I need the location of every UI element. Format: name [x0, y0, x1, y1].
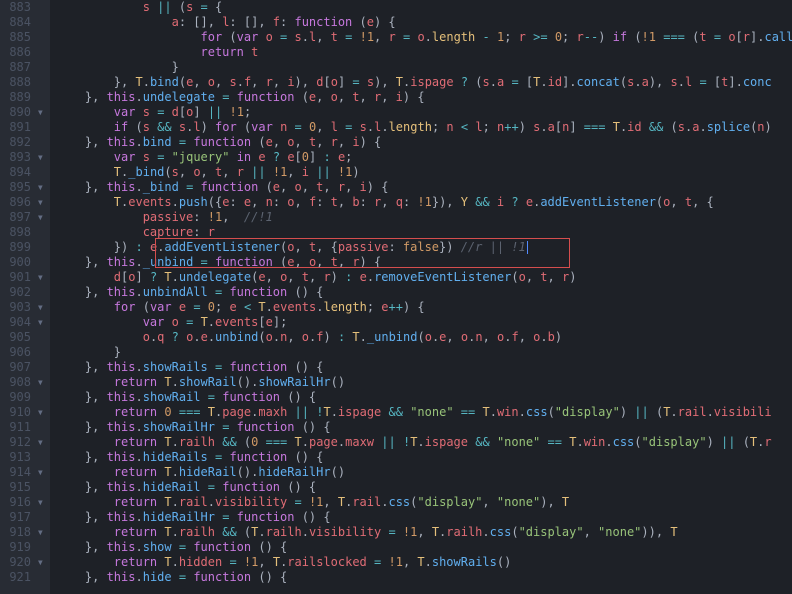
- fold-arrow-icon[interactable]: ▾: [31, 435, 44, 450]
- code-line[interactable]: s || (s = {: [56, 0, 792, 15]
- line-number[interactable]: 916▾: [0, 495, 44, 510]
- line-number[interactable]: 890▾: [0, 105, 44, 120]
- line-number[interactable]: 906: [0, 345, 44, 360]
- fold-arrow-icon[interactable]: ▾: [31, 210, 44, 225]
- code-area[interactable]: s || (s = { a: [], l: [], f: function (e…: [50, 0, 792, 594]
- code-line[interactable]: }, this.showRailHr = function () {: [56, 420, 792, 435]
- code-line[interactable]: }, this.hideRails = function () {: [56, 450, 792, 465]
- line-number[interactable]: 908▾: [0, 375, 44, 390]
- line-number[interactable]: 918▾: [0, 525, 44, 540]
- fold-arrow-icon[interactable]: ▾: [31, 300, 44, 315]
- code-line[interactable]: T.events.push({e: e, n: o, f: t, b: r, q…: [56, 195, 792, 210]
- fold-arrow-icon[interactable]: ▾: [31, 195, 44, 210]
- code-line[interactable]: var o = T.events[e];: [56, 315, 792, 330]
- line-number[interactable]: 892: [0, 135, 44, 150]
- code-line[interactable]: a: [], l: [], f: function (e) {: [56, 15, 792, 30]
- line-number[interactable]: 885: [0, 30, 44, 45]
- fold-arrow-icon[interactable]: ▾: [31, 555, 44, 570]
- line-number[interactable]: 905: [0, 330, 44, 345]
- fold-arrow-icon[interactable]: ▾: [31, 315, 44, 330]
- fold-arrow-icon[interactable]: ▾: [31, 495, 44, 510]
- code-line[interactable]: return T.showRail().showRailHr(): [56, 375, 792, 390]
- line-number[interactable]: 920▾: [0, 555, 44, 570]
- code-line[interactable]: }, this.showRails = function () {: [56, 360, 792, 375]
- line-number[interactable]: 893▾: [0, 150, 44, 165]
- code-line[interactable]: }, this.undelegate = function (e, o, t, …: [56, 90, 792, 105]
- code-line[interactable]: return 0 === T.page.maxh || !T.ispage &&…: [56, 405, 792, 420]
- line-number[interactable]: 899: [0, 240, 44, 255]
- fold-arrow-icon[interactable]: ▾: [31, 525, 44, 540]
- line-number[interactable]: 903▾: [0, 300, 44, 315]
- code-line[interactable]: return t: [56, 45, 792, 60]
- line-number[interactable]: 888: [0, 75, 44, 90]
- line-number[interactable]: 904▾: [0, 315, 44, 330]
- code-line[interactable]: }, this.hideRail = function () {: [56, 480, 792, 495]
- line-number[interactable]: 886: [0, 45, 44, 60]
- code-line[interactable]: return T.railh && (T.railh.visibility = …: [56, 525, 792, 540]
- code-line[interactable]: }, this._unbind = function (e, o, t, r) …: [56, 255, 792, 270]
- line-number[interactable]: 921: [0, 570, 44, 585]
- code-line[interactable]: }, T.bind(e, o, s.f, r, i), d[o] = s), T…: [56, 75, 792, 90]
- code-line[interactable]: }: [56, 345, 792, 360]
- fold-arrow-icon[interactable]: ▾: [31, 150, 44, 165]
- line-number[interactable]: 897▾: [0, 210, 44, 225]
- line-number[interactable]: 914▾: [0, 465, 44, 480]
- code-line[interactable]: d[o] ? T.undelegate(e, o, t, r) : e.remo…: [56, 270, 792, 285]
- line-number[interactable]: 907: [0, 360, 44, 375]
- fold-arrow-icon[interactable]: ▾: [31, 405, 44, 420]
- code-line[interactable]: o.q ? o.e.unbind(o.n, o.f) : T._unbind(o…: [56, 330, 792, 345]
- code-line[interactable]: }, this.bind = function (e, o, t, r, i) …: [56, 135, 792, 150]
- line-number[interactable]: 902: [0, 285, 44, 300]
- line-number[interactable]: 883: [0, 0, 44, 15]
- code-line[interactable]: }, this.hideRailHr = function () {: [56, 510, 792, 525]
- code-line[interactable]: for (var o = s.l, t = !1, r = o.length -…: [56, 30, 792, 45]
- code-line[interactable]: var s = d[o] || !1;: [56, 105, 792, 120]
- fold-arrow-icon[interactable]: ▾: [31, 105, 44, 120]
- line-number[interactable]: 900: [0, 255, 44, 270]
- code-line[interactable]: return T.hidden = !1, T.railslocked = !1…: [56, 555, 792, 570]
- code-line[interactable]: }, this.unbindAll = function () {: [56, 285, 792, 300]
- code-line[interactable]: return T.hideRail().hideRailHr(): [56, 465, 792, 480]
- line-number[interactable]: 891: [0, 120, 44, 135]
- code-line[interactable]: }: [56, 60, 792, 75]
- code-editor[interactable]: 883884885886887888889890▾891892893▾89489…: [0, 0, 792, 594]
- code-line[interactable]: return T.railh && (0 === T.page.maxw || …: [56, 435, 792, 450]
- line-number[interactable]: 909: [0, 390, 44, 405]
- code-line[interactable]: T._bind(s, o, t, r || !1, i || !1): [56, 165, 792, 180]
- code-line[interactable]: }, this.hide = function () {: [56, 570, 792, 585]
- code-line[interactable]: for (var e = 0; e < T.events.length; e++…: [56, 300, 792, 315]
- line-number[interactable]: 917: [0, 510, 44, 525]
- fold-arrow-icon[interactable]: ▾: [31, 270, 44, 285]
- line-number[interactable]: 894: [0, 165, 44, 180]
- code-line[interactable]: }, this._bind = function (e, o, t, r, i)…: [56, 180, 792, 195]
- fold-arrow-icon[interactable]: ▾: [31, 375, 44, 390]
- line-number[interactable]: 919: [0, 540, 44, 555]
- code-line[interactable]: }) : e.addEventListener(o, t, {passive: …: [56, 240, 792, 255]
- fold-arrow-icon[interactable]: ▾: [31, 465, 44, 480]
- line-number[interactable]: 912▾: [0, 435, 44, 450]
- line-number[interactable]: 901▾: [0, 270, 44, 285]
- line-number[interactable]: 913: [0, 450, 44, 465]
- fold-arrow-icon[interactable]: ▾: [31, 180, 44, 195]
- code-line[interactable]: var s = "jquery" in e ? e[0] : e;: [56, 150, 792, 165]
- line-number[interactable]: 898: [0, 225, 44, 240]
- line-number[interactable]: 895▾: [0, 180, 44, 195]
- line-number[interactable]: 896▾: [0, 195, 44, 210]
- code-line[interactable]: return T.rail.visibility = !1, T.rail.cs…: [56, 495, 792, 510]
- line-number[interactable]: 889: [0, 90, 44, 105]
- code-line[interactable]: }, this.showRail = function () {: [56, 390, 792, 405]
- code-line[interactable]: }, this.show = function () {: [56, 540, 792, 555]
- line-number[interactable]: 915: [0, 480, 44, 495]
- line-number[interactable]: 887: [0, 60, 44, 75]
- line-number-gutter[interactable]: 883884885886887888889890▾891892893▾89489…: [0, 0, 50, 594]
- line-number[interactable]: 884: [0, 15, 44, 30]
- line-number[interactable]: 910▾: [0, 405, 44, 420]
- line-number[interactable]: 911: [0, 420, 44, 435]
- code-line[interactable]: passive: !1, //!1: [56, 210, 792, 225]
- code-line[interactable]: if (s && s.l) for (var n = 0, l = s.l.le…: [56, 120, 792, 135]
- code-line[interactable]: capture: r: [56, 225, 792, 240]
